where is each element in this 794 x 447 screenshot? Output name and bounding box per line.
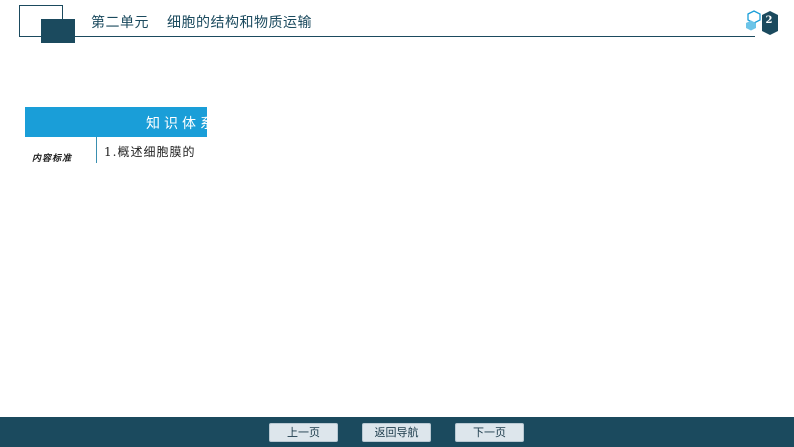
next-page-button[interactable]: 下一页 bbox=[455, 423, 524, 442]
content-standard-label: 内容标准 bbox=[32, 154, 73, 164]
header-divider bbox=[75, 36, 755, 37]
back-to-nav-button[interactable]: 返回导航 bbox=[362, 423, 431, 442]
page-number: 2 bbox=[765, 15, 773, 26]
unit-label: 第二单元 bbox=[91, 15, 149, 31]
prev-page-button[interactable]: 上一页 bbox=[269, 423, 338, 442]
chapter-title: 细胞的结构和物质运输 bbox=[167, 15, 312, 31]
card-clip-mask bbox=[207, 100, 227, 170]
card-column-divider bbox=[96, 137, 97, 163]
logo-filled-square bbox=[41, 19, 75, 43]
header-title: 第二单元 细胞的结构和物质运输 bbox=[91, 12, 312, 32]
standard-item-text: 1.概述细胞膜的 bbox=[104, 145, 196, 159]
